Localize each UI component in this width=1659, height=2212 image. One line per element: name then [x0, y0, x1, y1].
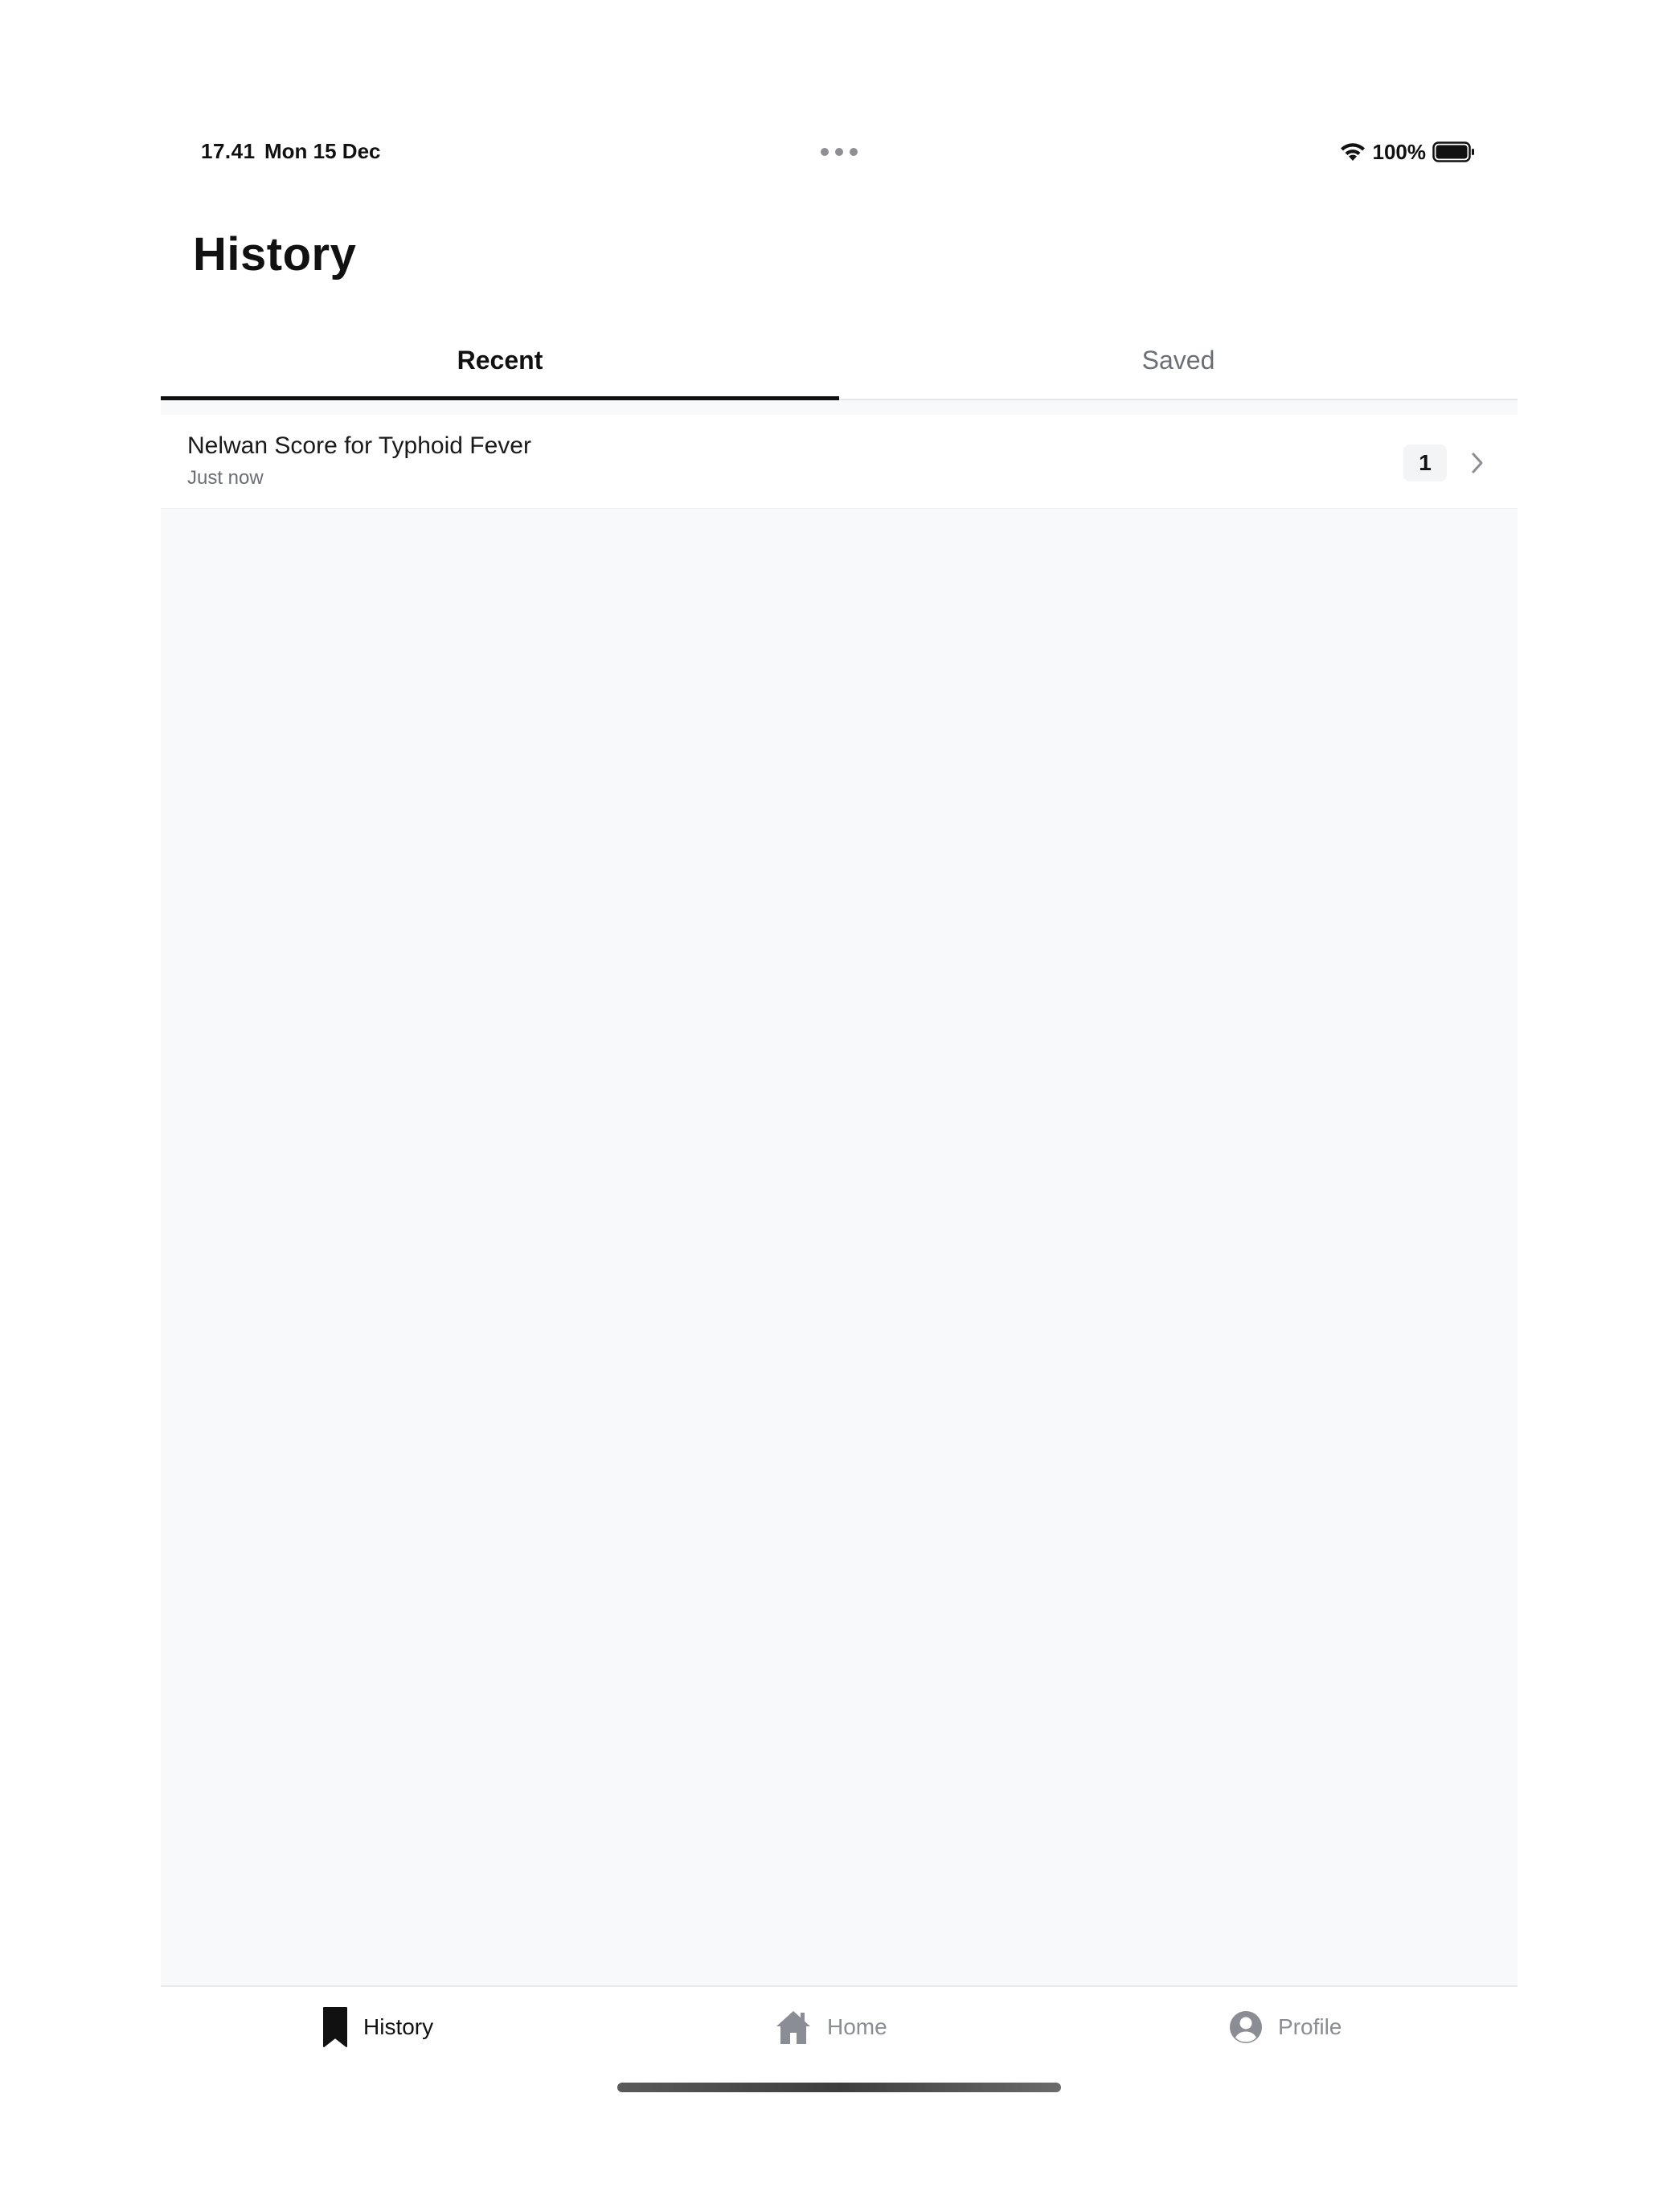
battery-percent: 100% — [1372, 139, 1427, 164]
score-badge: 1 — [1403, 444, 1447, 481]
nav-item-home[interactable]: Home — [774, 1987, 887, 2067]
bottom-nav: History Home Profile — [161, 1985, 1518, 2067]
nav-item-history[interactable]: History — [322, 1987, 433, 2067]
battery-icon — [1432, 141, 1474, 162]
nav-label-profile: Profile — [1278, 2014, 1342, 2039]
tab-saved[interactable]: Saved — [839, 322, 1518, 399]
app-screen: 17.41 Mon 15 Dec 100% History Recent Sav… — [0, 0, 1659, 2212]
battery-level-fill — [1436, 145, 1468, 159]
wifi-icon — [1340, 143, 1365, 161]
nav-label-home: Home — [827, 2014, 887, 2039]
status-time: 17.41 — [201, 139, 256, 163]
multitasking-dots-icon[interactable] — [820, 147, 858, 157]
home-icon — [776, 2011, 810, 2044]
tab-bar-top: Recent Saved — [161, 322, 1518, 400]
status-bar: 17.41 Mon 15 Dec 100% — [0, 133, 1659, 173]
bookmark-icon — [323, 2007, 347, 2047]
list-item[interactable]: Nelwan Score for Typhoid Fever Just now … — [161, 415, 1518, 509]
nav-item-profile[interactable]: Profile — [1228, 1987, 1342, 2067]
home-indicator[interactable] — [617, 2083, 1061, 2092]
history-list-container: Nelwan Score for Typhoid Fever Just now … — [161, 400, 1518, 1985]
tab-recent[interactable]: Recent — [161, 322, 839, 400]
chevron-right-icon — [1472, 453, 1483, 473]
list-item-title: Nelwan Score for Typhoid Fever — [187, 432, 531, 459]
status-indicators: 100% — [1339, 136, 1477, 168]
page-title: History — [193, 228, 357, 281]
status-date: Mon 15 Dec — [264, 139, 381, 163]
nav-label-history: History — [363, 2014, 434, 2039]
user-circle-icon — [1230, 2011, 1262, 2043]
list-item-timestamp: Just now — [187, 467, 264, 489]
